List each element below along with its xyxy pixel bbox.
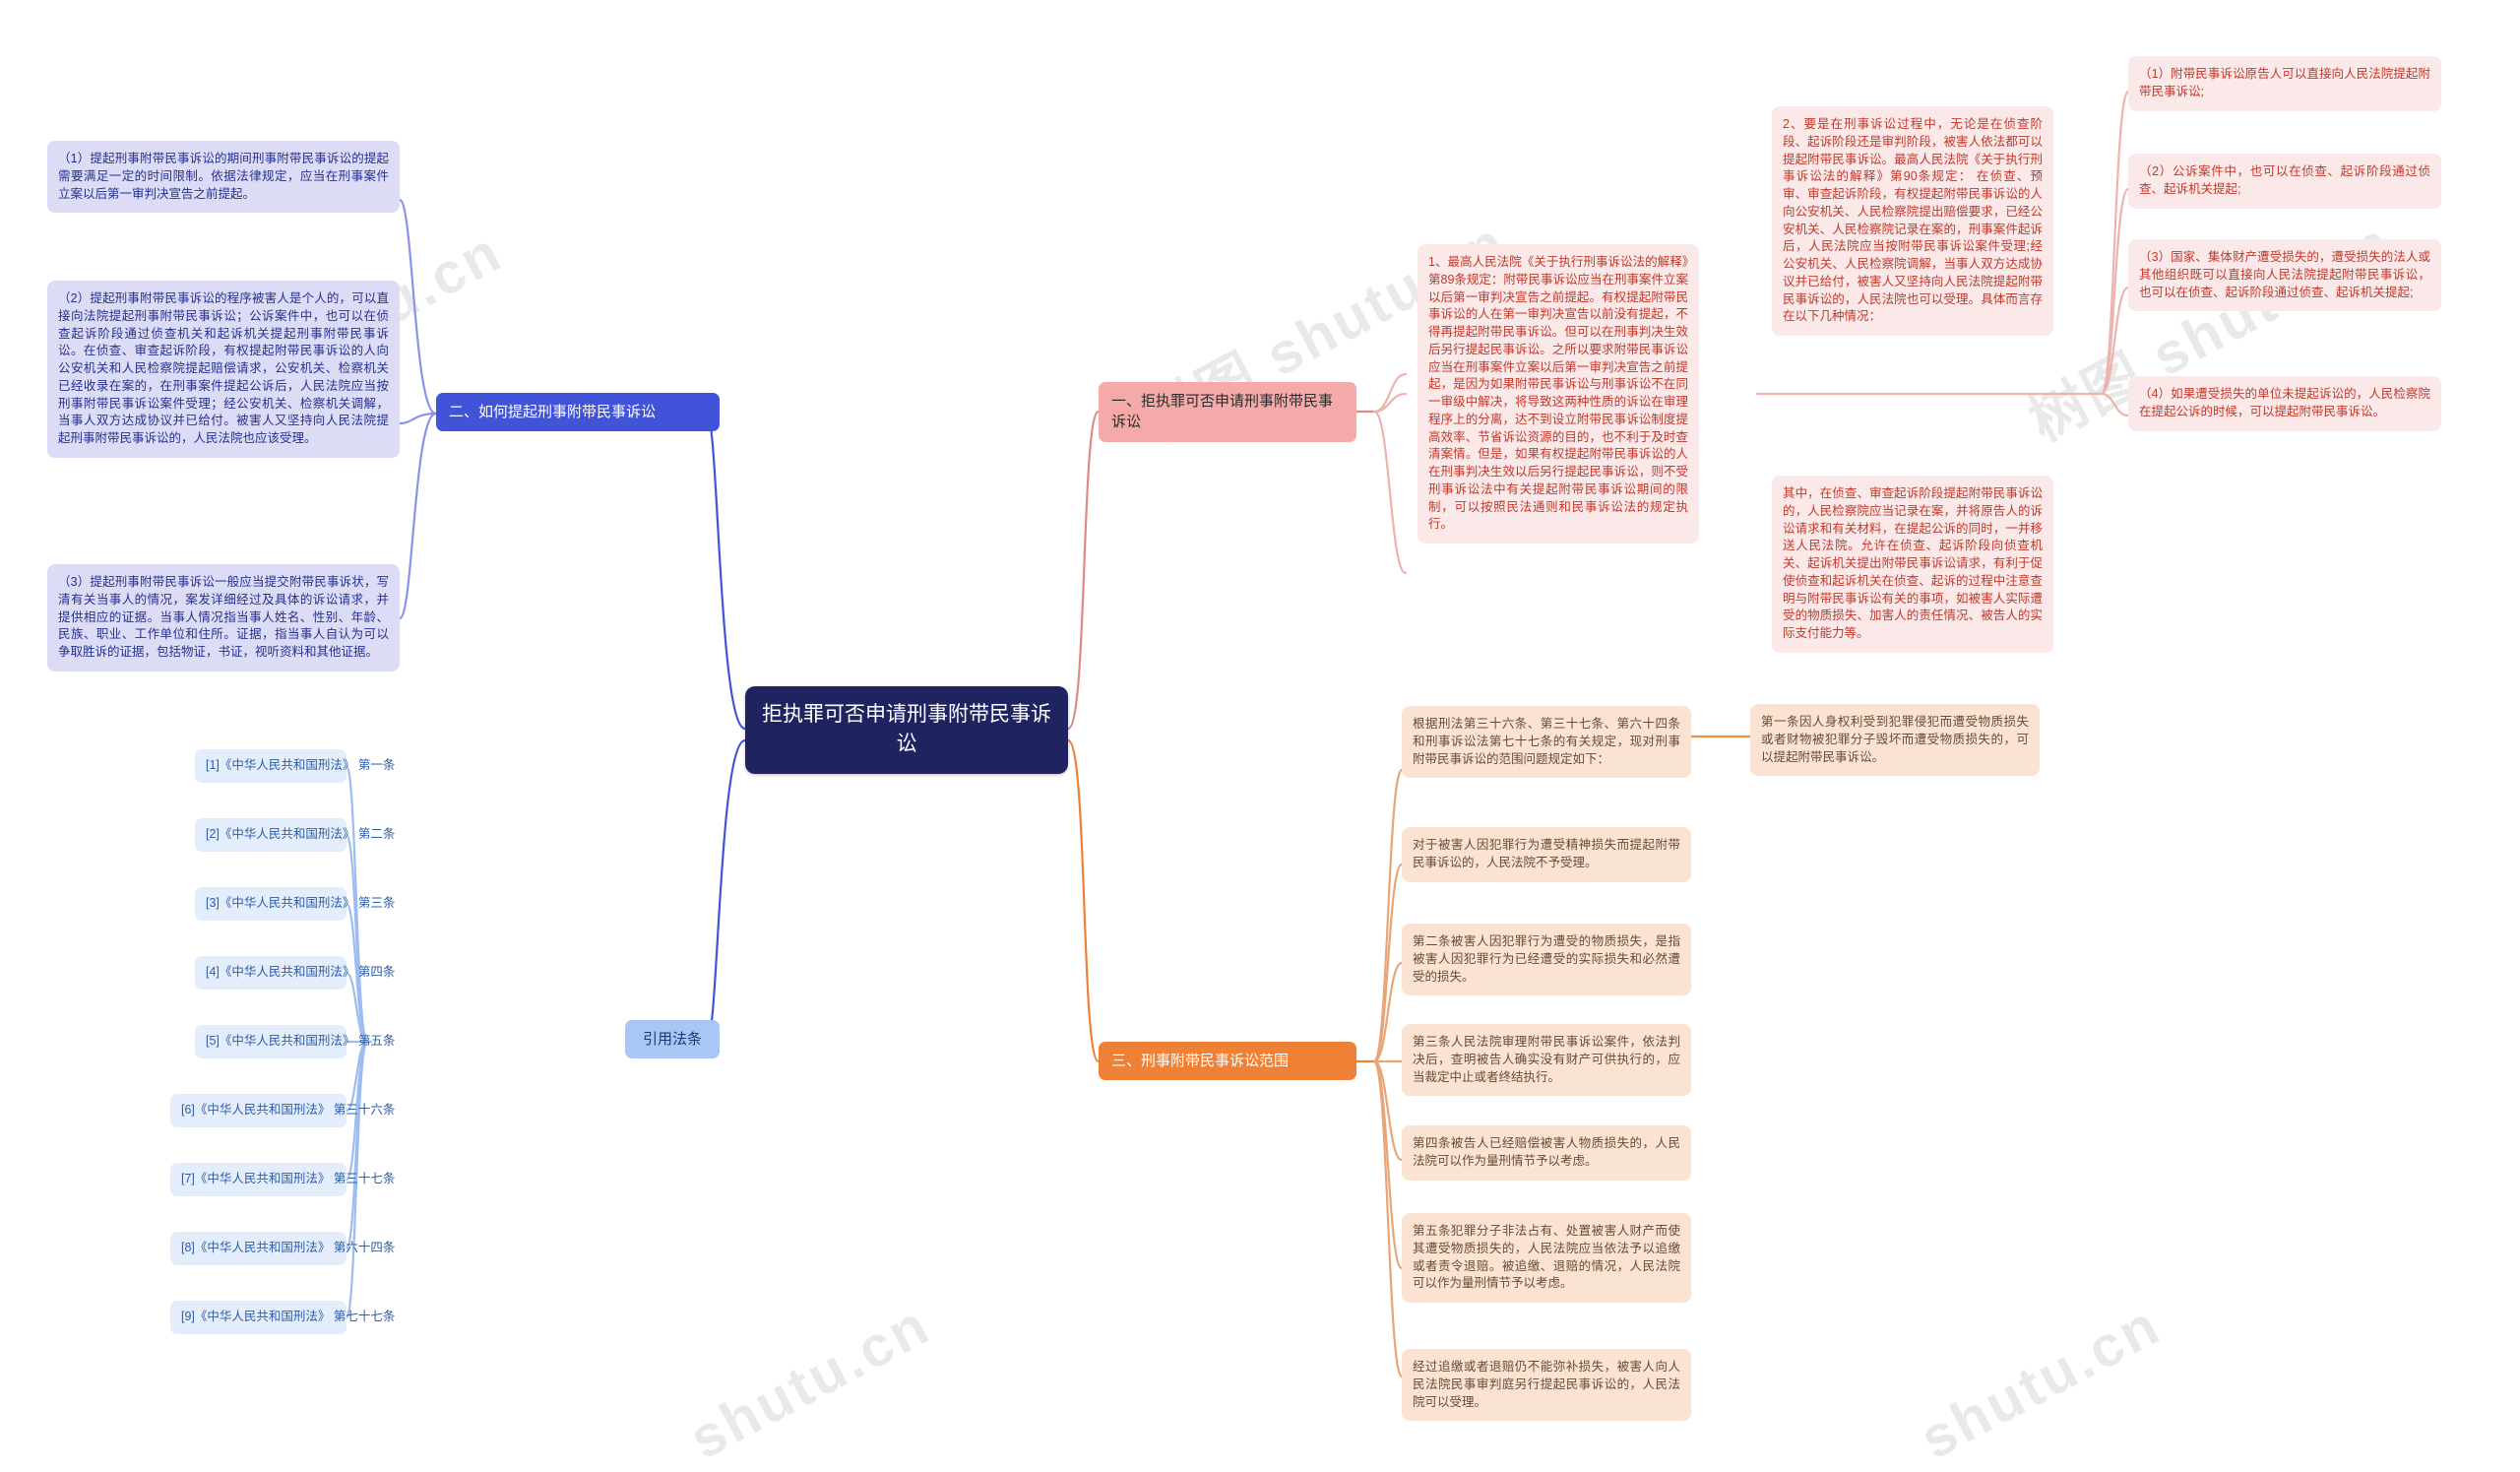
leaf-text: （3）提起刑事附带民事诉讼一般应当提交附带民事诉状，写清有关当事人的情况，案发详… — [58, 575, 389, 659]
leaf-text: （1）提起刑事附带民事诉讼的期间刑事附带民事诉讼的提起需要满足一定的时间限制。依… — [58, 152, 389, 201]
law-item-9[interactable]: [9]《中华人民共和国刑法》 第七十七条 — [170, 1301, 395, 1334]
branch-scope-label: 三、刑事附带民事诉讼范围 — [1111, 1053, 1290, 1069]
law-item-text: [9]《中华人民共和国刑法》 第七十七条 — [181, 1310, 396, 1323]
leaf-text: （1）附带民事诉讼原告人可以直接向人民法院提起附带民事诉讼; — [2139, 67, 2430, 98]
leaf-text: 对于被害人因犯罪行为遭受精神损失而提起附带民事诉讼的，人民法院不予受理。 — [1413, 838, 1680, 869]
branch-scope[interactable]: 三、刑事附带民事诉讼范围 — [1099, 1042, 1356, 1081]
branch-how-to-file[interactable]: 二、如何提起刑事附带民事诉讼 — [436, 393, 720, 432]
leaf-how-to-file-1[interactable]: （1）提起刑事附带民事诉讼的期间刑事附带民事诉讼的提起需要满足一定的时间限制。依… — [47, 141, 400, 214]
branch-cited-laws[interactable]: 引用法条 — [625, 1020, 720, 1059]
leaf-scope-7[interactable]: 经过追缴或者退赔仍不能弥补损失，被害人向人民法院民事审判庭另行提起民事诉讼的，人… — [1402, 1349, 1691, 1422]
law-item-2[interactable]: [2]《中华人民共和国刑法》 第二条 — [195, 818, 395, 852]
law-item-text: [6]《中华人民共和国刑法》 第三十六条 — [181, 1103, 396, 1117]
watermark: shutu.cn — [679, 1292, 941, 1472]
leaf-text: （2）提起刑事附带民事诉讼的程序被害人是个人的，可以直接向法院提起刑事附带民事诉… — [58, 291, 389, 445]
leaf-text: （3）国家、集体财产遭受损失的，遭受损失的法人或其他组织既可以直接向人民法院提起… — [2139, 250, 2430, 299]
leaf-can-apply-2[interactable]: 2、要是在刑事诉讼过程中，无论是在侦查阶段、起诉阶段还是审判阶段，被害人依法都可… — [1772, 106, 2053, 336]
law-item-text: [1]《中华人民共和国刑法》 第一条 — [206, 758, 396, 772]
law-item-4[interactable]: [4]《中华人民共和国刑法》 第四条 — [195, 956, 395, 990]
leaf-text: 2、要是在刑事诉讼过程中，无论是在侦查阶段、起诉阶段还是审判阶段，被害人依法都可… — [1783, 117, 2043, 324]
law-item-3[interactable]: [3]《中华人民共和国刑法》 第三条 — [195, 887, 395, 921]
leaf-text: 根据刑法第三十六条、第三十七条、第六十四条和刑事诉讼法第七十七条的有关规定，现对… — [1413, 717, 1680, 766]
root-node[interactable]: 拒执罪可否申请刑事附带民事诉讼 — [745, 686, 1068, 774]
leaf-scope-4[interactable]: 第三条人民法院审理附带民事诉讼案件，依法判决后，查明被告人确实没有财产可供执行的… — [1402, 1024, 1691, 1097]
leaf-text: 第五条犯罪分子非法占有、处置被害人财产而使其遭受物质损失的，人民法院应当依法予以… — [1413, 1224, 1680, 1291]
leaf-text: 其中，在侦查、审查起诉阶段提起附带民事诉讼的，人民检察院应当记录在案，并将原告人… — [1783, 486, 2043, 640]
branch-can-apply[interactable]: 一、拒执罪可否申请刑事附带民事诉讼 — [1099, 382, 1356, 442]
leaf-text: 第二条被害人因犯罪行为遭受的物质损失，是指被害人因犯罪行为已经遭受的实际损失和必… — [1413, 934, 1680, 984]
root-title: 拒执罪可否申请刑事附带民事诉讼 — [762, 703, 1051, 756]
leaf-can-apply-sub-3[interactable]: （3）国家、集体财产遭受损失的，遭受损失的法人或其他组织既可以直接向人民法院提起… — [2128, 239, 2441, 312]
leaf-scope-6[interactable]: 第五条犯罪分子非法占有、处置被害人财产而使其遭受物质损失的，人民法院应当依法予以… — [1402, 1213, 1691, 1303]
law-item-6[interactable]: [6]《中华人民共和国刑法》 第三十六条 — [170, 1094, 395, 1127]
law-item-1[interactable]: [1]《中华人民共和国刑法》 第一条 — [195, 749, 395, 783]
leaf-scope-5[interactable]: 第四条被告人已经赔偿被害人物质损失的，人民法院可以作为量刑情节予以考虑。 — [1402, 1125, 1691, 1181]
leaf-text: （4）如果遭受损失的单位未提起诉讼的，人民检察院在提起公诉的时候，可以提起附带民… — [2139, 387, 2430, 418]
leaf-scope-2[interactable]: 对于被害人因犯罪行为遭受精神损失而提起附带民事诉讼的，人民法院不予受理。 — [1402, 827, 1691, 882]
watermark: shutu.cn — [1910, 1292, 2172, 1472]
leaf-text: 1、最高人民法院《关于执行刑事诉讼法的解释》第89条规定：附带民事诉讼应当在刑事… — [1428, 255, 1688, 532]
law-item-8[interactable]: [8]《中华人民共和国刑法》 第六十四条 — [170, 1232, 395, 1265]
leaf-text: 经过追缴或者退赔仍不能弥补损失，被害人向人民法院民事审判庭另行提起民事诉讼的，人… — [1413, 1360, 1680, 1409]
leaf-how-to-file-3[interactable]: （3）提起刑事附带民事诉讼一般应当提交附带民事诉状，写清有关当事人的情况，案发详… — [47, 564, 400, 672]
leaf-how-to-file-2[interactable]: （2）提起刑事附带民事诉讼的程序被害人是个人的，可以直接向法院提起刑事附带民事诉… — [47, 281, 400, 458]
leaf-can-apply-sub-2[interactable]: （2）公诉案件中，也可以在侦查、起诉阶段通过侦查、起诉机关提起; — [2128, 154, 2441, 209]
leaf-scope-3[interactable]: 第二条被害人因犯罪行为遭受的物质损失，是指被害人因犯罪行为已经遭受的实际损失和必… — [1402, 924, 1691, 996]
law-item-text: [5]《中华人民共和国刑法》 第五条 — [206, 1034, 396, 1048]
branch-how-to-file-label: 二、如何提起刑事附带民事诉讼 — [449, 404, 657, 420]
leaf-can-apply-sub-1[interactable]: （1）附带民事诉讼原告人可以直接向人民法院提起附带民事诉讼; — [2128, 56, 2441, 111]
law-item-text: [2]《中华人民共和国刑法》 第二条 — [206, 827, 396, 841]
leaf-text: （2）公诉案件中，也可以在侦查、起诉阶段通过侦查、起诉机关提起; — [2139, 164, 2430, 196]
branch-can-apply-label: 一、拒执罪可否申请刑事附带民事诉讼 — [1111, 393, 1334, 431]
leaf-can-apply-sub-4[interactable]: （4）如果遭受损失的单位未提起诉讼的，人民检察院在提起公诉的时候，可以提起附带民… — [2128, 376, 2441, 431]
leaf-scope-1[interactable]: 根据刑法第三十六条、第三十七条、第六十四条和刑事诉讼法第七十七条的有关规定，现对… — [1402, 706, 1691, 779]
law-item-text: [8]《中华人民共和国刑法》 第六十四条 — [181, 1241, 396, 1254]
law-item-5[interactable]: [5]《中华人民共和国刑法》 第五条 — [195, 1025, 395, 1058]
law-item-7[interactable]: [7]《中华人民共和国刑法》 第三十七条 — [170, 1163, 395, 1196]
leaf-text: 第三条人民法院审理附带民事诉讼案件，依法判决后，查明被告人确实没有财产可供执行的… — [1413, 1035, 1680, 1084]
leaf-can-apply-3[interactable]: 其中，在侦查、审查起诉阶段提起附带民事诉讼的，人民检察院应当记录在案，并将原告人… — [1772, 476, 2053, 653]
mindmap-canvas: 树图 shutu.cn 树图 shutu.cn 树图 shutu.cn shut… — [0, 0, 2520, 1472]
leaf-scope-sub-1[interactable]: 第一条因人身权利受到犯罪侵犯而遭受物质损失或者财物被犯罪分子毁坏而遭受物质损失的… — [1750, 704, 2040, 777]
branch-cited-laws-label: 引用法条 — [642, 1031, 702, 1048]
law-item-text: [3]《中华人民共和国刑法》 第三条 — [206, 896, 396, 910]
law-item-text: [7]《中华人民共和国刑法》 第三十七条 — [181, 1172, 396, 1185]
leaf-text: 第一条因人身权利受到犯罪侵犯而遭受物质损失或者财物被犯罪分子毁坏而遭受物质损失的… — [1761, 715, 2029, 764]
law-item-text: [4]《中华人民共和国刑法》 第四条 — [206, 965, 396, 979]
connector-lines — [345, 90, 2130, 1378]
leaf-can-apply-1[interactable]: 1、最高人民法院《关于执行刑事诉讼法的解释》第89条规定：附带民事诉讼应当在刑事… — [1418, 244, 1699, 544]
leaf-text: 第四条被告人已经赔偿被害人物质损失的，人民法院可以作为量刑情节予以考虑。 — [1413, 1136, 1680, 1168]
